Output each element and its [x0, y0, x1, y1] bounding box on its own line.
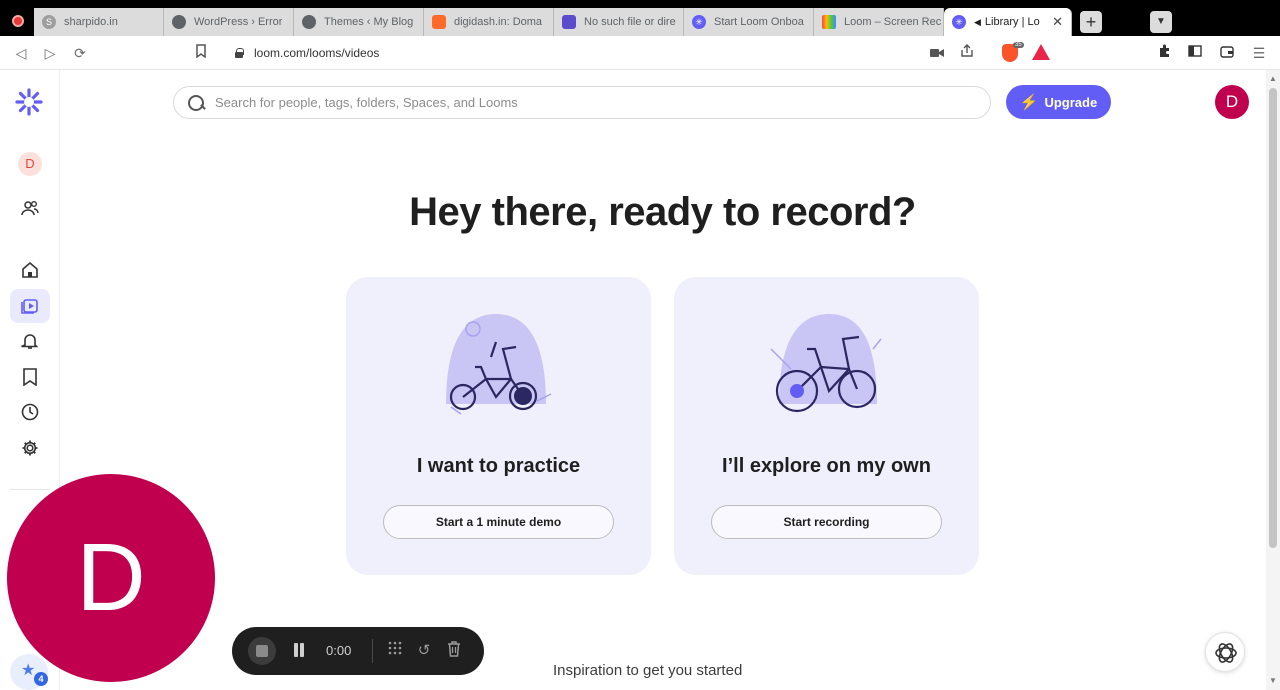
share-icon[interactable]	[957, 43, 977, 63]
browser-menu-icon[interactable]: ☰	[1249, 43, 1269, 63]
lightning-icon: ⚡	[1019, 94, 1039, 111]
loom-logo-icon[interactable]	[15, 88, 43, 116]
sidebar-toggle-icon[interactable]	[1185, 43, 1205, 63]
upgrade-label: Upgrade	[1044, 94, 1098, 110]
search-icon	[187, 94, 205, 112]
lock-icon	[234, 48, 244, 58]
chatgpt-extension-icon[interactable]	[1205, 632, 1245, 672]
recording-indicator-icon	[12, 15, 24, 27]
brave-rewards-icon[interactable]	[1032, 44, 1050, 60]
notifications-badge[interactable]: ★ 4	[10, 654, 48, 690]
library-icon[interactable]	[10, 289, 50, 323]
restart-icon[interactable]: ↺	[415, 641, 433, 661]
browser-tab-active[interactable]: ✳ ◀ Library | Lo ✕	[944, 8, 1072, 36]
drag-handle-icon[interactable]	[386, 641, 404, 661]
start-demo-button[interactable]: Start a 1 minute demo	[383, 505, 614, 539]
close-tab-icon[interactable]: ✕	[1052, 14, 1063, 30]
explore-card-title: I’ll explore on my own	[722, 455, 931, 477]
search-bar[interactable]	[173, 86, 991, 119]
new-tab-button[interactable]: +	[1080, 11, 1102, 33]
control-bar-divider	[372, 639, 373, 663]
reload-button[interactable]: ⟳	[70, 43, 90, 63]
home-icon[interactable]	[20, 261, 40, 281]
wallet-icon[interactable]	[1217, 43, 1237, 63]
brave-shield-count: 35	[1013, 42, 1024, 48]
bookmark-icon[interactable]	[20, 368, 40, 388]
digidash-icon	[432, 15, 446, 29]
start-recording-button[interactable]: Start recording	[711, 505, 942, 539]
page-scrollbar[interactable]: ▲ ▼	[1266, 70, 1280, 690]
user-avatar[interactable]: D	[1215, 85, 1249, 119]
scroll-down-arrow-icon[interactable]: ▼	[1269, 676, 1277, 685]
upgrade-button[interactable]: ⚡ Upgrade	[1006, 85, 1111, 119]
sidebar-divider	[10, 489, 50, 490]
search-input[interactable]	[215, 95, 955, 110]
badge-count: 4	[34, 672, 48, 686]
bookmark-icon[interactable]	[191, 43, 211, 63]
audio-playing-icon: ◀	[974, 16, 981, 27]
loom-icon: ✳	[692, 15, 706, 29]
browser-tab[interactable]: WordPress › Error	[164, 8, 294, 36]
forward-button[interactable]: ▷	[40, 43, 60, 63]
browser-tab-strip: S sharpido.in WordPress › Error Themes ‹…	[0, 0, 1280, 36]
recording-timer: 0:00	[326, 643, 352, 658]
people-icon[interactable]	[20, 199, 40, 219]
scroll-up-arrow-icon[interactable]: ▲	[1269, 74, 1277, 83]
sharpido-icon: S	[42, 15, 56, 29]
browser-tab[interactable]: digidash.in: Doma	[424, 8, 554, 36]
pause-icon[interactable]	[292, 643, 306, 659]
loom-rainbow-icon	[822, 15, 836, 29]
bike-illustration	[769, 309, 884, 424]
workspace-avatar[interactable]: D	[18, 152, 42, 176]
page-headline: Hey there, ready to record?	[409, 190, 916, 234]
globe-icon	[302, 15, 316, 29]
chart-icon	[562, 15, 576, 29]
scrollbar-thumb[interactable]	[1269, 88, 1277, 548]
globe-icon	[172, 15, 186, 29]
browser-toolbar: ◁ ▷ ⟳ loom.com/looms/videos 35 ☰	[0, 36, 1280, 70]
loom-icon: ✳	[952, 15, 966, 29]
trash-icon[interactable]	[445, 641, 463, 661]
url-text: loom.com/looms/videos	[254, 46, 380, 60]
kids-bike-illustration	[441, 309, 556, 424]
inspiration-section-title: Inspiration to get you started	[553, 662, 743, 679]
recording-control-bar: 0:00 ↺	[232, 627, 484, 675]
browser-tab[interactable]: No such file or dire	[554, 8, 684, 36]
camera-icon[interactable]	[927, 43, 947, 63]
clock-icon[interactable]	[20, 403, 40, 423]
explore-card[interactable]: I’ll explore on my own Start recording	[674, 277, 979, 575]
browser-tab[interactable]: ✳ Start Loom Onboa	[684, 8, 814, 36]
gear-icon[interactable]	[20, 439, 40, 459]
stop-recording-button[interactable]	[248, 637, 276, 665]
extensions-icon[interactable]	[1155, 43, 1175, 63]
camera-bubble[interactable]: D	[7, 474, 215, 682]
bell-icon[interactable]	[20, 332, 40, 352]
practice-card-title: I want to practice	[416, 455, 581, 477]
browser-tab[interactable]: Themes ‹ My Blog	[294, 8, 424, 36]
back-button[interactable]: ◁	[11, 43, 31, 63]
tab-search-button[interactable]: ▼	[1150, 11, 1172, 33]
browser-tab[interactable]: S sharpido.in	[34, 8, 164, 36]
practice-card[interactable]: I want to practice Start a 1 minute demo	[346, 277, 651, 575]
browser-tab[interactable]: Loom – Screen Rec	[814, 8, 944, 36]
